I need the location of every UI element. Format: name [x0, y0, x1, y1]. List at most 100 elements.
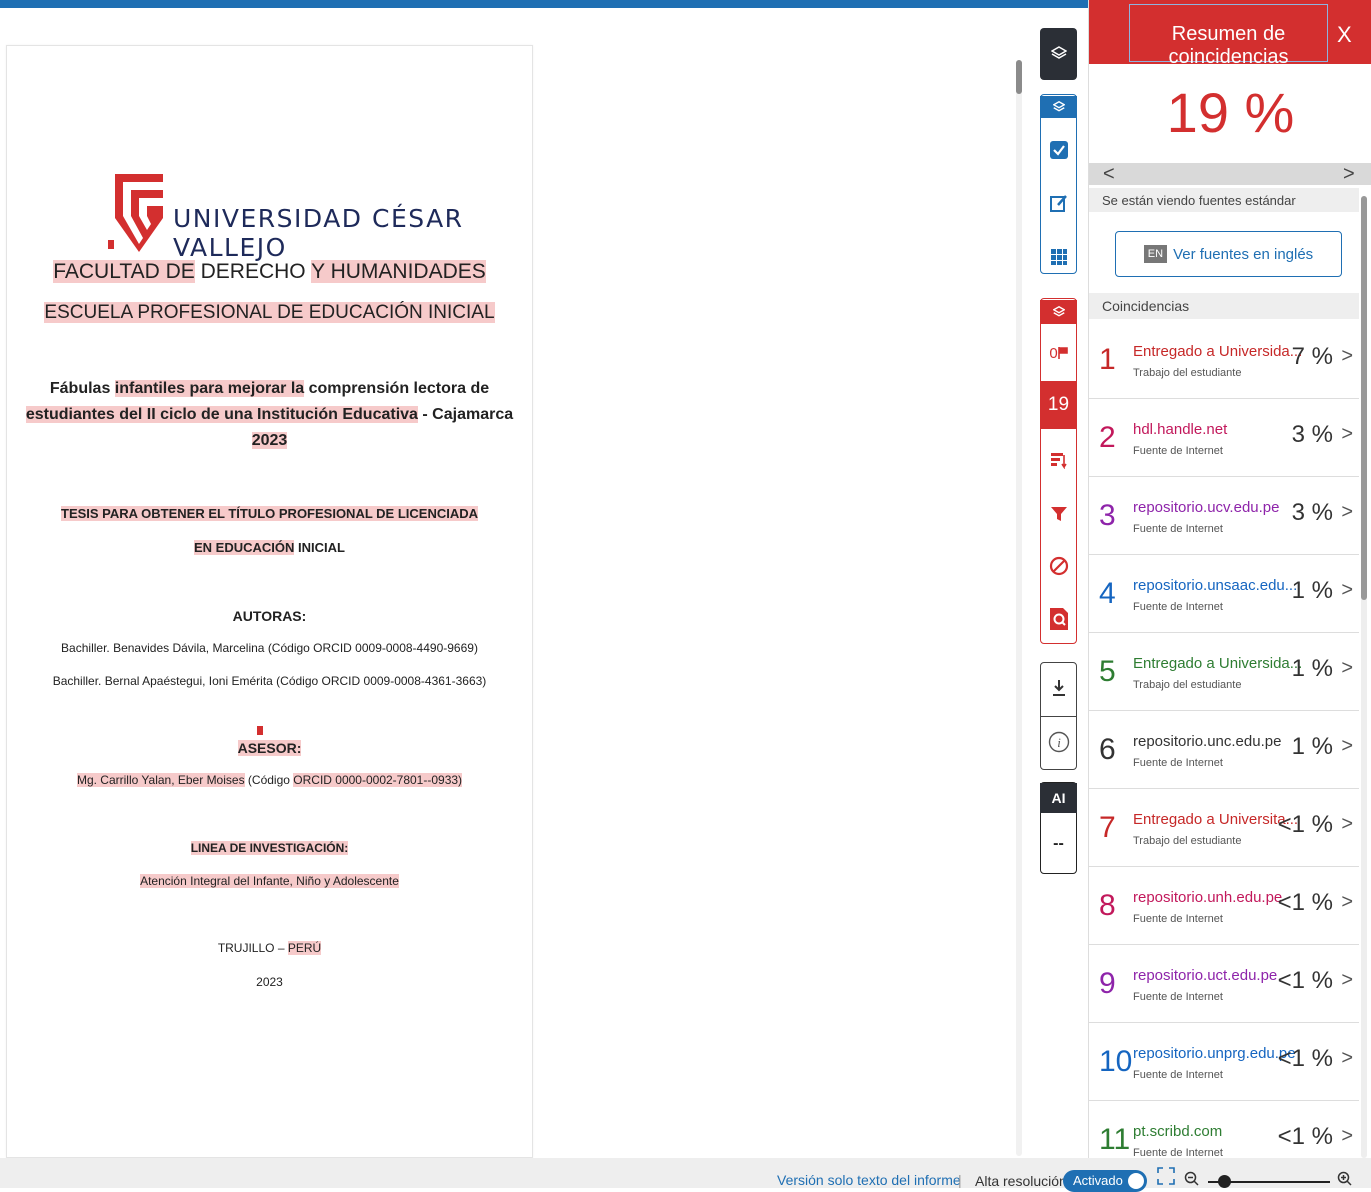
ai-label[interactable]: AI — [1040, 783, 1077, 813]
university-logo-icon — [115, 174, 163, 252]
edit-button[interactable] — [1040, 188, 1077, 218]
faculty-part-c: Y HUMANIDADES — [311, 260, 486, 283]
match-marker — [108, 240, 114, 249]
match-number: 6 — [1099, 733, 1116, 766]
top-accent-bar — [0, 0, 1088, 8]
match-item[interactable]: 4 repositorio.unsaac.edu... Fuente de Inte… — [1089, 555, 1359, 633]
match-percent: 3 % — [1291, 421, 1333, 448]
chevron-right-icon[interactable]: > — [1341, 657, 1353, 680]
sort-button[interactable] — [1040, 446, 1077, 474]
layers-toggle-button[interactable] — [1040, 28, 1077, 80]
panel-scrollbar-thumb[interactable] — [1361, 196, 1367, 600]
status-bar: Versión solo texto del informe | Alta re… — [0, 1158, 1371, 1192]
thesis-text: EN EDUCACIÓN — [194, 540, 295, 555]
match-number: 1 — [1099, 343, 1116, 376]
grid-button[interactable] — [1040, 242, 1077, 272]
panel-header: Resumen de coincidencias X — [1089, 0, 1371, 68]
checkbox-icon — [1049, 141, 1068, 159]
filter-button[interactable] — [1040, 500, 1077, 528]
divider — [1040, 716, 1077, 717]
match-item[interactable]: 8 repositorio.unh.edu.pe Fuente de Interne… — [1089, 867, 1359, 945]
high-res-toggle[interactable]: Activado — [1063, 1170, 1147, 1192]
match-number: 4 — [1099, 577, 1116, 610]
toggle-knob — [1128, 1173, 1144, 1189]
chevron-right-icon[interactable]: > — [1341, 735, 1353, 758]
authors-label: AUTORAS: — [232, 608, 307, 624]
chevron-right-icon[interactable]: > — [1341, 813, 1353, 836]
viewer-scrollbar-thumb[interactable] — [1016, 60, 1022, 94]
match-item[interactable]: 9 repositorio.uct.edu.pe Fuente de Interne… — [1089, 945, 1359, 1023]
title-part: estudiantes del II ciclo de una Instituc… — [25, 406, 418, 423]
match-item[interactable]: 5 Entregado a Universida... Trabajo del es… — [1089, 633, 1359, 711]
chevron-right-icon[interactable]: > — [1341, 345, 1353, 368]
prev-arrow-icon[interactable]: < — [1103, 163, 1115, 186]
match-count-button[interactable]: 19 — [1040, 381, 1077, 429]
match-percent: 1 % — [1291, 577, 1333, 604]
match-item[interactable]: 2 hdl.handle.net Fuente de Internet 3 % > — [1089, 399, 1359, 477]
match-item[interactable]: 7 Entregado a Universita... Trabajo del es… — [1089, 789, 1359, 867]
city-line: TRUJILLO – PERÚ — [7, 941, 532, 955]
match-type: Fuente de Internet — [1133, 1069, 1223, 1081]
match-source[interactable]: Entregado a Universida... — [1133, 343, 1302, 360]
match-type: Trabajo del estudiante — [1133, 367, 1242, 379]
title-part: infantiles para mejorar la — [114, 380, 305, 397]
match-source[interactable]: repositorio.unc.edu.pe — [1133, 733, 1281, 750]
flag-count: 0 — [1049, 344, 1058, 362]
viewer-scrollbar[interactable] — [1016, 60, 1022, 1156]
download-button[interactable] — [1040, 672, 1077, 704]
chevron-right-icon[interactable]: > — [1341, 969, 1353, 992]
similarity-percent: 19 % — [1166, 81, 1295, 144]
chevron-right-icon[interactable]: > — [1341, 891, 1353, 914]
text-only-report-link[interactable]: Versión solo texto del informe — [777, 1172, 961, 1188]
match-source[interactable]: repositorio.unh.edu.pe — [1133, 889, 1282, 906]
match-marker — [257, 726, 263, 735]
match-type: Fuente de Internet — [1133, 523, 1223, 535]
search-source-button[interactable] — [1040, 604, 1077, 634]
english-sources-label: Ver fuentes en inglés — [1173, 245, 1314, 263]
match-source[interactable]: repositorio.uct.edu.pe — [1133, 967, 1277, 984]
english-sources-button[interactable]: EN Ver fuentes en inglés — [1115, 231, 1342, 277]
toggle-label: Activado — [1073, 1173, 1123, 1188]
match-source[interactable]: repositorio.unprg.edu.pe — [1133, 1045, 1296, 1062]
match-percent: <1 % — [1277, 889, 1333, 916]
match-percent: <1 % — [1277, 1045, 1333, 1072]
match-source[interactable]: Entregado a Universida... — [1133, 655, 1302, 672]
match-item[interactable]: 10 repositorio.unprg.edu.pe Fuente de Inte… — [1089, 1023, 1359, 1101]
chevron-right-icon[interactable]: > — [1341, 501, 1353, 524]
match-item[interactable]: 1 Entregado a Universida... Trabajo del es… — [1089, 321, 1359, 399]
match-source[interactable]: hdl.handle.net — [1133, 421, 1227, 438]
flag-count-button[interactable]: 0 — [1040, 340, 1077, 366]
match-source[interactable]: pt.scribd.com — [1133, 1123, 1222, 1140]
zoom-in-icon[interactable] — [1337, 1171, 1353, 1187]
title-part: - Cajamarca — [417, 406, 514, 423]
chevron-right-icon[interactable]: > — [1341, 1125, 1353, 1148]
research-value-text: Atención Integral del Infante, Niño y Ad… — [140, 874, 399, 888]
school-line: ESCUELA PROFESIONAL DE EDUCACIÓN INICIAL — [7, 302, 532, 324]
thesis-line-1: TESIS PARA OBTENER EL TÍTULO PROFESIONAL… — [7, 506, 532, 521]
advisor-line: Mg. Carrillo Yalan, Eber Moises (Código … — [7, 773, 532, 787]
checkbox-button[interactable] — [1040, 136, 1077, 164]
chevron-right-icon[interactable]: > — [1341, 1047, 1353, 1070]
chevron-right-icon[interactable]: > — [1341, 423, 1353, 446]
close-icon[interactable]: X — [1337, 22, 1352, 48]
info-button[interactable]: i — [1040, 726, 1077, 758]
title-line-1: Fábulas infantiles para mejorar la compr… — [7, 380, 532, 398]
match-item[interactable]: 3 repositorio.ucv.edu.pe Fuente de Interne… — [1089, 477, 1359, 555]
match-item[interactable]: 6 repositorio.unc.edu.pe Fuente de Interne… — [1089, 711, 1359, 789]
blue-layers-button[interactable] — [1040, 96, 1077, 118]
author-1: Bachiller. Benavides Dávila, Marcelina (… — [61, 641, 478, 655]
exclude-button[interactable] — [1040, 552, 1077, 580]
title-part: comprensión lectora de — [304, 380, 490, 397]
next-arrow-icon[interactable]: > — [1343, 163, 1355, 186]
match-source[interactable]: repositorio.ucv.edu.pe — [1133, 499, 1279, 516]
red-layers-button[interactable] — [1040, 300, 1077, 324]
zoom-slider-handle[interactable] — [1218, 1175, 1231, 1188]
advisor-part: ORCID 0000-0002-7801--0933) — [293, 773, 463, 787]
chevron-right-icon[interactable]: > — [1341, 579, 1353, 602]
match-source[interactable]: Entregado a Universita... — [1133, 811, 1298, 828]
fullscreen-icon[interactable] — [1157, 1167, 1175, 1185]
match-overview-panel: Resumen de coincidencias X 19 % < > Se e… — [1088, 0, 1371, 1179]
zoom-out-icon[interactable] — [1184, 1171, 1200, 1187]
university-name: UNIVERSIDAD CÉSAR VALLEJO — [173, 204, 464, 262]
match-source[interactable]: repositorio.unsaac.edu... — [1133, 577, 1297, 594]
